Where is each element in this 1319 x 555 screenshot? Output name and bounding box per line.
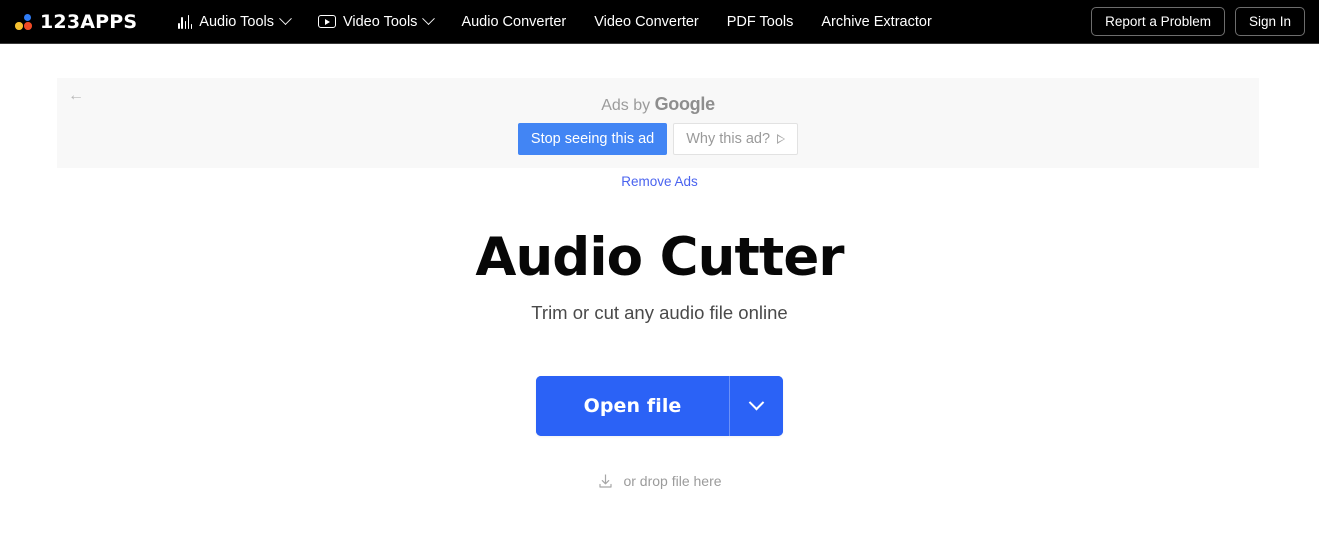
chevron-down-icon [748, 395, 765, 411]
why-this-ad-label: Why this ad? [686, 131, 771, 147]
audio-waveform-icon [178, 14, 193, 29]
header-actions: Report a Problem Sign In [1091, 7, 1305, 36]
chevron-down-icon [279, 12, 292, 26]
nav-label: Audio Tools [199, 13, 274, 30]
nav-item-audio-converter[interactable]: Audio Converter [447, 8, 580, 36]
google-brand: Google [654, 94, 716, 114]
site-header: 123APPS Audio Tools Video Tools Audio Co… [0, 0, 1319, 44]
main-content: Audio Cutter Trim or cut any audio file … [0, 230, 1319, 490]
logo-text: 123APPS [40, 10, 138, 33]
open-file-control: Open file [536, 375, 783, 436]
ad-controls: Ads by Google Stop seeing this ad Why th… [57, 94, 1259, 155]
drop-file-hint[interactable]: or drop file here [597, 473, 722, 490]
ads-by-prefix: Ads by [601, 97, 655, 114]
nav-label: PDF Tools [726, 13, 794, 30]
ads-by-google-label: Ads by Google [601, 94, 715, 115]
report-problem-button[interactable]: Report a Problem [1091, 7, 1225, 36]
logo-dots-icon [14, 12, 33, 31]
page-title: Audio Cutter [475, 227, 844, 288]
open-file-dropdown-button[interactable] [730, 375, 783, 436]
sign-in-button[interactable]: Sign In [1234, 7, 1305, 36]
drop-file-text: or drop file here [623, 473, 722, 490]
page-subtitle: Trim or cut any audio file online [531, 301, 788, 323]
nav-item-video-tools[interactable]: Video Tools [304, 8, 447, 36]
nav-item-video-converter[interactable]: Video Converter [580, 8, 713, 36]
video-play-icon [317, 15, 336, 28]
nav-label: Audio Converter [461, 13, 567, 30]
stop-seeing-ad-button[interactable]: Stop seeing this ad [517, 123, 668, 155]
nav-label: Video Tools [342, 13, 418, 30]
remove-ads-link[interactable]: Remove Ads [0, 174, 1319, 189]
download-tray-icon [599, 474, 613, 488]
nav-label: Archive Extractor [821, 13, 932, 30]
main-nav: Audio Tools Video Tools Audio Converter … [164, 8, 945, 36]
triangle-outline-icon [777, 134, 786, 144]
logo[interactable]: 123APPS [14, 11, 137, 33]
chevron-down-icon [422, 12, 436, 26]
advertisement-panel: ← Ads by Google Stop seeing this ad Why … [57, 78, 1259, 168]
nav-item-archive-extractor[interactable]: Archive Extractor [807, 8, 945, 36]
nav-item-pdf-tools[interactable]: PDF Tools [713, 8, 808, 36]
nav-label: Video Converter [594, 13, 699, 30]
nav-item-audio-tools[interactable]: Audio Tools [164, 8, 304, 36]
open-file-button[interactable]: Open file [536, 375, 729, 436]
ad-button-row: Stop seeing this ad Why this ad? [517, 123, 799, 155]
why-this-ad-button[interactable]: Why this ad? [673, 123, 799, 155]
